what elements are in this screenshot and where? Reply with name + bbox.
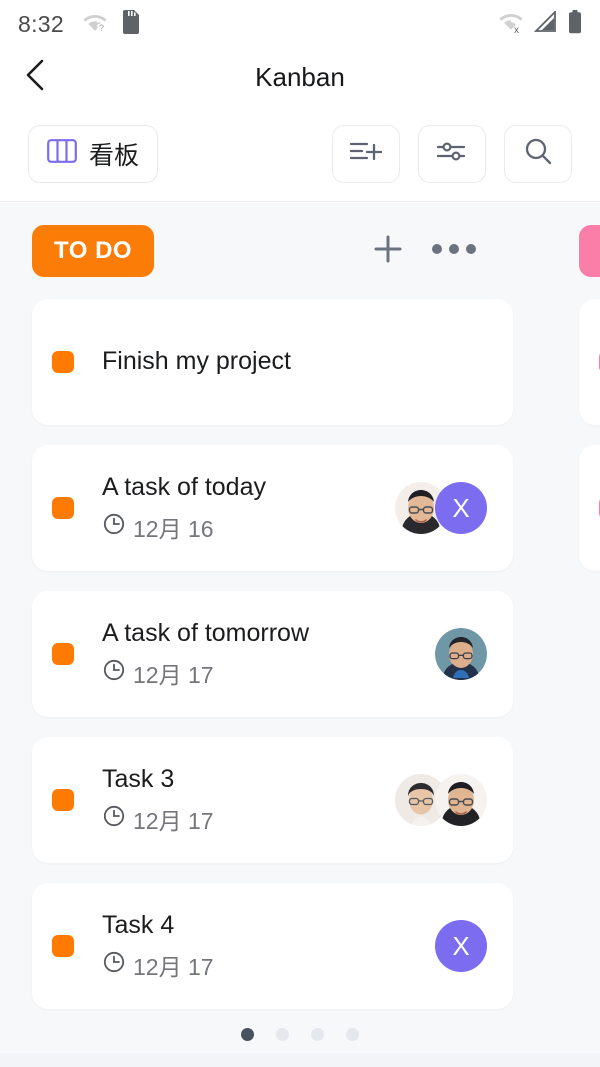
toolbar-actions <box>332 124 572 183</box>
back-button[interactable] <box>8 49 64 105</box>
column-card-list <box>547 299 600 571</box>
task-due-date: 12月 17 <box>102 948 435 982</box>
avatar[interactable]: X <box>435 482 487 534</box>
task-date-text: 12月 16 <box>133 515 214 542</box>
more-horizontal-icon <box>431 242 477 261</box>
task-card[interactable]: A task of today 12月 16 X <box>32 445 513 571</box>
list-plus-icon <box>349 138 383 169</box>
task-assignees[interactable] <box>435 628 487 680</box>
app-screen: 8:32 ? x Kanban 看板 TO DO Finish my proje… <box>0 0 600 1067</box>
title-bar: Kanban <box>0 48 600 106</box>
task-date-text: 12月 17 <box>133 661 214 688</box>
plus-icon <box>371 232 405 271</box>
task-title: Task 3 <box>102 765 175 794</box>
clock-icon <box>102 950 126 980</box>
clock-icon <box>102 804 126 834</box>
task-title: A task of today <box>102 473 266 502</box>
column-title-pill[interactable]: DONE <box>579 225 600 277</box>
task-content: Task 4 12月 17 <box>102 910 435 981</box>
search-button[interactable] <box>504 124 572 183</box>
avatar[interactable] <box>435 628 487 680</box>
search-icon <box>523 136 553 171</box>
status-right-icons: x <box>498 9 582 39</box>
task-color-chip <box>52 643 74 665</box>
clock-icon <box>102 658 126 688</box>
task-title: Task 4 <box>102 911 175 940</box>
clock-icon <box>102 512 126 542</box>
add-card-button[interactable] <box>371 232 405 271</box>
board-column-todo: TO DO Finish my project A task of today … <box>0 203 513 1067</box>
column-title-pill[interactable]: TO DO <box>32 225 155 277</box>
task-assignees[interactable] <box>395 774 487 826</box>
avatar-initial: X <box>452 930 470 961</box>
task-title: Finish my project <box>102 347 291 376</box>
task-content: A task of today 12月 16 <box>102 472 395 543</box>
status-left-icons: ? <box>82 9 140 39</box>
view-mode-button[interactable]: 看板 <box>28 124 159 183</box>
task-content: Finish my project <box>102 346 487 377</box>
svg-text:?: ? <box>99 23 104 32</box>
task-assignees[interactable]: X <box>435 920 487 972</box>
kanban-board[interactable]: TO DO Finish my project A task of today … <box>0 203 600 1067</box>
task-due-date: 12月 17 <box>102 656 435 690</box>
battery-full-icon <box>568 9 582 39</box>
task-due-date: 12月 17 <box>102 802 395 836</box>
task-date-text: 12月 17 <box>133 807 214 834</box>
page-title: Kanban <box>255 61 345 92</box>
task-color-chip <box>52 351 74 373</box>
filter-button[interactable] <box>418 124 486 183</box>
cellular-signal-icon <box>533 9 558 38</box>
avatar-initial: X <box>452 492 470 523</box>
wifi-off-icon: x <box>498 11 524 38</box>
task-card[interactable] <box>579 299 600 425</box>
task-due-date: 12月 16 <box>102 510 395 544</box>
status-bar: 8:32 ? x <box>0 0 600 48</box>
task-content: Task 3 12月 17 <box>102 764 395 835</box>
bottom-bar <box>0 1053 600 1067</box>
task-color-chip <box>52 497 74 519</box>
task-color-chip <box>52 935 74 957</box>
column-header: DONE <box>547 203 600 299</box>
svg-text:x: x <box>514 25 519 33</box>
sliders-icon <box>436 138 468 169</box>
sd-card-icon <box>122 9 140 39</box>
add-list-button[interactable] <box>332 124 400 183</box>
view-mode-label: 看板 <box>89 141 140 170</box>
column-header: TO DO <box>0 203 513 299</box>
task-card[interactable]: Finish my project <box>32 299 513 425</box>
board-toolbar: 看板 <box>0 106 600 202</box>
task-card[interactable]: Task 3 12月 17 <box>32 737 513 863</box>
task-card[interactable]: A task of tomorrow 12月 17 <box>32 591 513 717</box>
chevron-left-icon <box>23 58 49 97</box>
task-card[interactable]: Task 4 12月 17 X <box>32 883 513 1009</box>
status-time: 8:32 <box>18 10 64 37</box>
task-card[interactable] <box>579 445 600 571</box>
task-content: A task of tomorrow 12月 17 <box>102 618 435 689</box>
avatar[interactable]: X <box>435 920 487 972</box>
task-color-chip <box>52 789 74 811</box>
column-more-button[interactable] <box>431 242 477 261</box>
board-column-done: DONE <box>547 203 600 1067</box>
wifi-question-icon: ? <box>82 12 108 37</box>
task-date-text: 12月 17 <box>133 953 214 980</box>
column-card-list: Finish my project A task of today 12月 16… <box>0 299 513 1009</box>
task-title: A task of tomorrow <box>102 619 310 648</box>
columns-icon <box>47 138 77 169</box>
column-actions <box>371 232 513 271</box>
task-assignees[interactable]: X <box>395 482 487 534</box>
avatar[interactable] <box>435 774 487 826</box>
